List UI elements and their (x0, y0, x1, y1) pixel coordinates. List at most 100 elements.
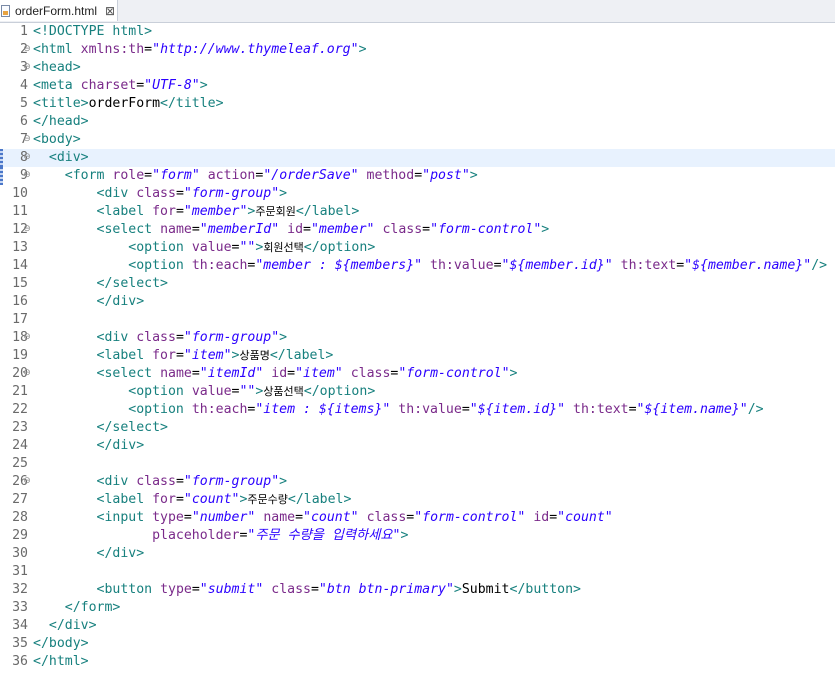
fold-toggle-icon[interactable]: ⊖ (21, 41, 33, 59)
code-line[interactable]: 11 <label for="member">주문회원</label> (0, 203, 835, 221)
code-line[interactable]: 5 <title>orderForm</title> (0, 95, 835, 113)
code-line[interactable]: 27 <label for="count">주문수량</label> (0, 491, 835, 509)
close-icon[interactable]: ⊠ (105, 5, 115, 17)
code-line[interactable]: 24 </div> (0, 437, 835, 455)
line-number: 32 (12, 582, 28, 597)
code-token: "form-control" (414, 510, 526, 525)
code-token: = (175, 348, 184, 363)
code-token: class (350, 366, 391, 381)
code-line[interactable]: 19 <label for="item">상품명</label> (0, 347, 835, 365)
code-line[interactable]: 25 (0, 455, 835, 473)
code-token: <option (128, 240, 192, 255)
code-token: "" (239, 240, 256, 255)
code-token: </div> (96, 546, 145, 561)
code-line[interactable]: 33 </form> (0, 599, 835, 617)
code-line[interactable]: 21 <option value="">상품선택</option> (0, 383, 835, 401)
line-number: 35 (12, 636, 28, 651)
fold-toggle-icon[interactable]: ⊖ (21, 149, 33, 167)
code-text: </div> (33, 437, 835, 455)
code-text: <head> (33, 59, 835, 77)
code-token: 주문수량 (247, 493, 288, 506)
code-text: <div class="form-group"> (33, 329, 835, 347)
code-token: > (509, 366, 518, 381)
line-number: 30 (12, 546, 28, 561)
code-token: <label (96, 348, 153, 363)
code-line[interactable]: 36 </html> (0, 653, 835, 671)
code-token: <div (96, 474, 137, 489)
code-token: /> (747, 402, 764, 417)
fold-toggle-icon[interactable]: ⊖ (21, 131, 33, 149)
code-token: </select> (96, 420, 168, 435)
code-token: for (152, 348, 176, 363)
line-number: 14 (12, 258, 28, 273)
fold-toggle-icon[interactable]: ⊖ (21, 167, 33, 185)
code-line[interactable]: 35 </body> (0, 635, 835, 653)
code-line[interactable]: 26 ⊖ <div class="form-group"> (0, 473, 835, 491)
code-line[interactable]: 31 (0, 563, 835, 581)
code-line[interactable]: 10 <div class="form-group"> (0, 185, 835, 203)
code-token: "number" (191, 510, 256, 525)
code-line[interactable]: 18 ⊖ <div class="form-group"> (0, 329, 835, 347)
code-text: <select name="memberId" id="member" clas… (33, 221, 835, 239)
code-token: th:value (430, 258, 494, 273)
code-token: </html> (33, 654, 89, 669)
fold-toggle-icon[interactable]: ⊖ (21, 365, 33, 383)
code-line[interactable]: 12 ⊖ <select name="memberId" id="member" … (0, 221, 835, 239)
fold-toggle-icon[interactable]: ⊖ (21, 473, 33, 491)
code-token: name (160, 222, 192, 237)
code-line[interactable]: 2 ⊖ <html xmlns:th="http://www.thymeleaf.o… (0, 41, 835, 59)
code-line[interactable]: 7 ⊖ <body> (0, 131, 835, 149)
code-token: id (533, 510, 550, 525)
tab-label: orderForm.html (15, 3, 98, 18)
code-line[interactable]: 14 <option th:each = "member : ${members}"… (0, 257, 835, 275)
code-text: <label for="count">주문수량</label> (33, 491, 835, 509)
line-number: 22 (12, 402, 28, 417)
code-token: </label> (295, 204, 360, 219)
code-line[interactable]: 4 <meta charset="UTF-8"> (0, 77, 835, 95)
code-line[interactable]: 30 </div> (0, 545, 835, 563)
line-number: 24 (12, 438, 28, 453)
code-editor[interactable]: 1 <!DOCTYPE html> 2 ⊖ <html xmlns:th="http:/… (0, 23, 835, 671)
code-token: orderForm (88, 96, 161, 111)
code-line[interactable]: 32 <button type="submit" class="btn btn-… (0, 581, 835, 599)
code-line[interactable]: 9 ⊖ <form role="form" action="/orderSave"… (0, 167, 835, 185)
code-line[interactable]: 1 <!DOCTYPE html> (0, 23, 835, 41)
code-token: > (453, 582, 462, 597)
code-line[interactable]: 8 ⊖ <div> (0, 149, 835, 167)
code-line[interactable]: 13 <option value="">회원선택</option> (0, 239, 835, 257)
tab-orderform-html[interactable]: orderForm.html ⊠ (0, 0, 118, 21)
code-text: </div> (33, 617, 835, 635)
code-line[interactable]: 17 (0, 311, 835, 329)
code-token: "post" (422, 168, 470, 183)
code-line[interactable]: 28 <input type="number" name="count" cla… (0, 509, 835, 527)
code-line[interactable]: 22 <option th:each = "item : ${items}" th:… (0, 401, 835, 419)
code-line[interactable]: 29 placeholder="주문 수량을 입력하세요"> (0, 527, 835, 545)
code-token: = (175, 474, 184, 489)
code-line[interactable]: 6 </head> (0, 113, 835, 131)
code-line[interactable]: 20 ⊖ <select name="itemId" id="item" clas… (0, 365, 835, 383)
code-text: <label for="item">상품명</label> (33, 347, 835, 365)
code-text: <option value="">상품선택</option> (33, 383, 835, 401)
code-token: "submit" (199, 582, 264, 597)
code-token: = (414, 168, 423, 183)
code-token: "주문 수량을 입력하세요" (247, 528, 401, 543)
code-line[interactable]: 15 </select> (0, 275, 835, 293)
code-line[interactable]: 34 </div> (0, 617, 835, 635)
fold-toggle-icon[interactable]: ⊖ (21, 59, 33, 77)
line-number: 28 (12, 510, 28, 525)
code-text: <form role="form" action="/orderSave" me… (33, 167, 835, 185)
fold-toggle-icon[interactable]: ⊖ (21, 221, 33, 239)
fold-toggle-icon[interactable]: ⊖ (21, 329, 33, 347)
code-line[interactable]: 23 </select> (0, 419, 835, 437)
code-token: <div> (48, 150, 89, 165)
code-line[interactable]: 16 </div> (0, 293, 835, 311)
code-token: "member" (310, 222, 375, 237)
code-line[interactable]: 3 ⊖ <head> (0, 59, 835, 77)
